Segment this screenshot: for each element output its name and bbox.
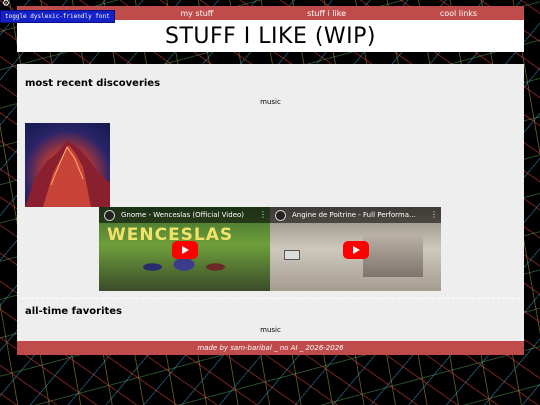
recent-category: music: [260, 98, 281, 106]
favorites-category: music: [260, 326, 281, 334]
video-embed[interactable]: Gnome - Wenceslas (Official Video) ⋮ WEN…: [99, 207, 270, 291]
accessibility-icon: ⚙: [2, 0, 11, 9]
play-icon[interactable]: [343, 241, 369, 259]
nav-item-stuff-i-like[interactable]: stuff i like: [307, 9, 346, 18]
video-row: Gnome - Wenceslas (Official Video) ⋮ WEN…: [99, 207, 441, 291]
dyslexic-font-toggle-button[interactable]: toggle dyslexic-friendly font: [0, 10, 115, 23]
channel-avatar: [104, 210, 115, 221]
footer: made by sam-baribal _ no AI _ 2026-2026: [17, 341, 524, 355]
album-cover[interactable]: [25, 123, 110, 207]
video-thumbnail-stage: [363, 235, 423, 277]
more-options-icon[interactable]: ⋮: [259, 210, 267, 219]
title-band: STUFF I LIKE (WIP): [17, 20, 524, 52]
video-embed[interactable]: Angine de Poitrine - Full Performa... ⋮: [270, 207, 441, 291]
footer-text: made by sam-baribal _ no AI _ 2026-2026: [197, 344, 344, 352]
page-title: STUFF I LIKE (WIP): [164, 23, 377, 49]
mountain-artwork: [25, 141, 110, 207]
video-title: Gnome - Wenceslas (Official Video): [121, 211, 245, 219]
main-content: most recent discoveries music Gnome - We…: [17, 64, 524, 341]
nav-item-cool-links[interactable]: cool links: [440, 9, 477, 18]
video-thumbnail-logo: [284, 250, 300, 260]
more-options-icon[interactable]: ⋮: [430, 210, 438, 219]
page-container: home my stuff stuff i like cool links ST…: [17, 6, 524, 361]
play-icon[interactable]: [172, 241, 198, 259]
dyslexic-toggle[interactable]: ⚙ toggle dyslexic-friendly font: [0, 0, 115, 23]
section-divider: [21, 298, 520, 299]
nav-item-my-stuff[interactable]: my stuff: [180, 9, 213, 18]
favorites-heading: all-time favorites: [25, 306, 123, 317]
channel-avatar: [275, 210, 286, 221]
recent-heading: most recent discoveries: [25, 78, 161, 89]
video-title: Angine de Poitrine - Full Performa...: [292, 211, 416, 219]
